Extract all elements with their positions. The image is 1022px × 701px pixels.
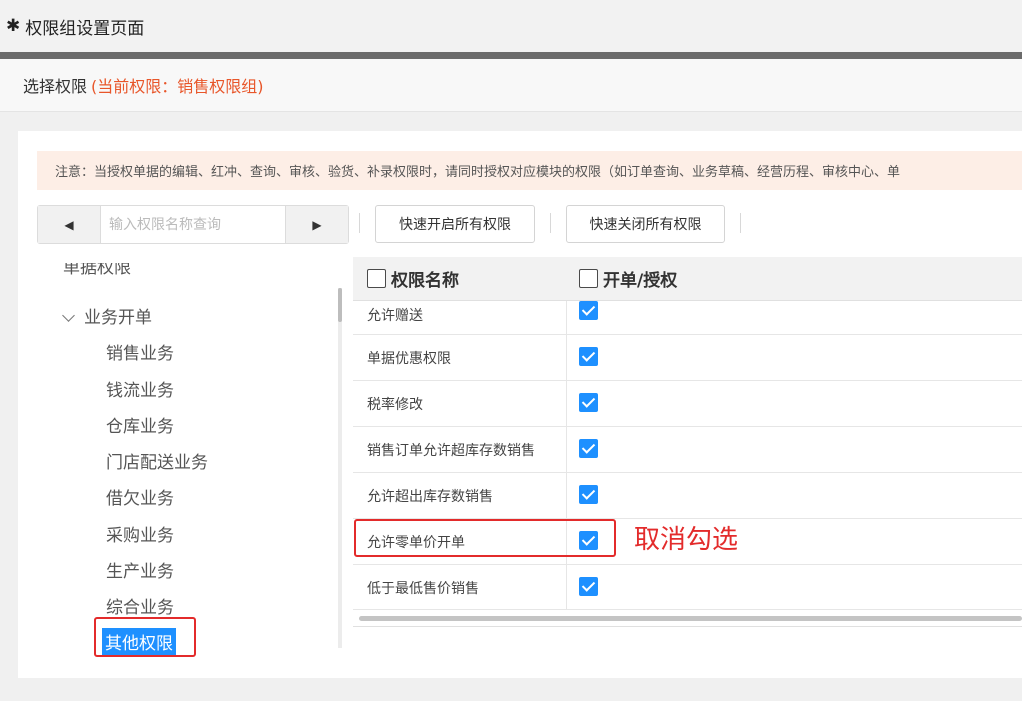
grant-checkbox[interactable] bbox=[579, 393, 598, 412]
row-name: 允许赠送 bbox=[367, 308, 423, 324]
permission-grid: 权限名称 开单/授权 允许赠送 单据优惠权限 税率修改 销售订单允许超库存数销售… bbox=[353, 257, 1022, 627]
tree-node-partial[interactable]: 单据权限 bbox=[63, 263, 131, 278]
table-row: 税率修改 bbox=[353, 381, 1022, 427]
notice-banner: 注意：当授权单据的编辑、红冲、查询、审核、验货、补录权限时，请同时授权对应模块的… bbox=[37, 151, 1022, 190]
triangle-right-icon: ▶ bbox=[312, 217, 322, 232]
grant-checkbox[interactable] bbox=[579, 301, 598, 320]
table-row: 允许赠送 bbox=[353, 301, 1022, 335]
row-name: 允许超出库存数销售 bbox=[367, 489, 493, 505]
chevron-down-icon bbox=[62, 309, 75, 322]
tree-item-cashflow[interactable]: 钱流业务 bbox=[106, 376, 174, 401]
header-grant-column: 开单/授权 bbox=[579, 266, 677, 291]
next-match-button[interactable]: ▶ bbox=[285, 206, 348, 243]
row-name: 低于最低售价销售 bbox=[367, 581, 479, 597]
tree-scrollbar-thumb[interactable] bbox=[338, 288, 342, 322]
grant-checkbox[interactable] bbox=[579, 347, 598, 366]
enable-all-button[interactable]: 快速开启所有权限 bbox=[375, 205, 535, 243]
highlight-frame-tree bbox=[94, 617, 196, 657]
tree-item-store-delivery[interactable]: 门店配送业务 bbox=[106, 448, 208, 473]
table-row: 允许超出库存数销售 bbox=[353, 473, 1022, 519]
highlight-frame-row bbox=[354, 519, 616, 557]
permission-search-group: ◀ ▶ bbox=[37, 205, 349, 244]
tree-item-warehouse[interactable]: 仓库业务 bbox=[106, 412, 174, 437]
tree-group-business[interactable]: 业务开单 bbox=[62, 303, 152, 328]
prev-match-button[interactable]: ◀ bbox=[38, 206, 101, 243]
current-permission-label: (当前权限：销售权限组) bbox=[91, 77, 264, 96]
permission-tree: 单据权限 业务开单 销售业务 钱流业务 仓库业务 门店配送业务 借欠业务 采购业… bbox=[37, 263, 337, 659]
table-row: 低于最低售价销售 bbox=[353, 565, 1022, 610]
tree-item-purchase[interactable]: 采购业务 bbox=[106, 521, 174, 546]
window-titlebar: ✱ 权限组设置页面 bbox=[0, 0, 1022, 52]
section-header: 选择权限 (当前权限：销售权限组) bbox=[0, 59, 1022, 112]
asterisk-icon: ✱ bbox=[6, 16, 21, 36]
grant-checkbox[interactable] bbox=[579, 577, 598, 596]
row-name: 税率修改 bbox=[367, 397, 423, 413]
row-name: 单据优惠权限 bbox=[367, 351, 451, 367]
toolbar-separator bbox=[359, 213, 360, 233]
notice-text: 注意：当授权单据的编辑、红冲、查询、审核、验货、补录权限时，请同时授权对应模块的… bbox=[55, 165, 901, 180]
disable-all-button[interactable]: 快速关闭所有权限 bbox=[566, 205, 725, 243]
table-row: 单据优惠权限 bbox=[353, 335, 1022, 381]
tree-scrollbar[interactable] bbox=[338, 288, 342, 648]
header-divider bbox=[0, 52, 1022, 59]
header-name-column: 权限名称 bbox=[367, 266, 459, 291]
tree-item-debt[interactable]: 借欠业务 bbox=[106, 484, 174, 509]
tree-item-production[interactable]: 生产业务 bbox=[106, 557, 174, 582]
grid-header: 权限名称 开单/授权 bbox=[353, 257, 1022, 301]
grant-checkbox[interactable] bbox=[579, 485, 598, 504]
select-all-checkbox[interactable] bbox=[367, 269, 386, 288]
tree-item-sales[interactable]: 销售业务 bbox=[106, 339, 174, 364]
triangle-left-icon: ◀ bbox=[64, 217, 74, 232]
grant-checkbox[interactable] bbox=[579, 439, 598, 458]
annotation-text: 取消勾选 bbox=[634, 525, 739, 555]
toolbar-separator bbox=[550, 213, 551, 233]
section-label: 选择权限 bbox=[23, 77, 88, 96]
grid-bottom-border bbox=[353, 626, 1022, 627]
tree-item-general[interactable]: 综合业务 bbox=[106, 593, 174, 618]
grant-all-checkbox[interactable] bbox=[579, 269, 598, 288]
table-row: 销售订单允许超库存数销售 bbox=[353, 427, 1022, 473]
toolbar-separator bbox=[740, 213, 741, 233]
grid-horizontal-scrollbar[interactable] bbox=[359, 616, 1022, 621]
permission-search-input[interactable] bbox=[101, 206, 285, 243]
window-title: 权限组设置页面 bbox=[25, 18, 145, 39]
row-name: 销售订单允许超库存数销售 bbox=[367, 443, 535, 459]
